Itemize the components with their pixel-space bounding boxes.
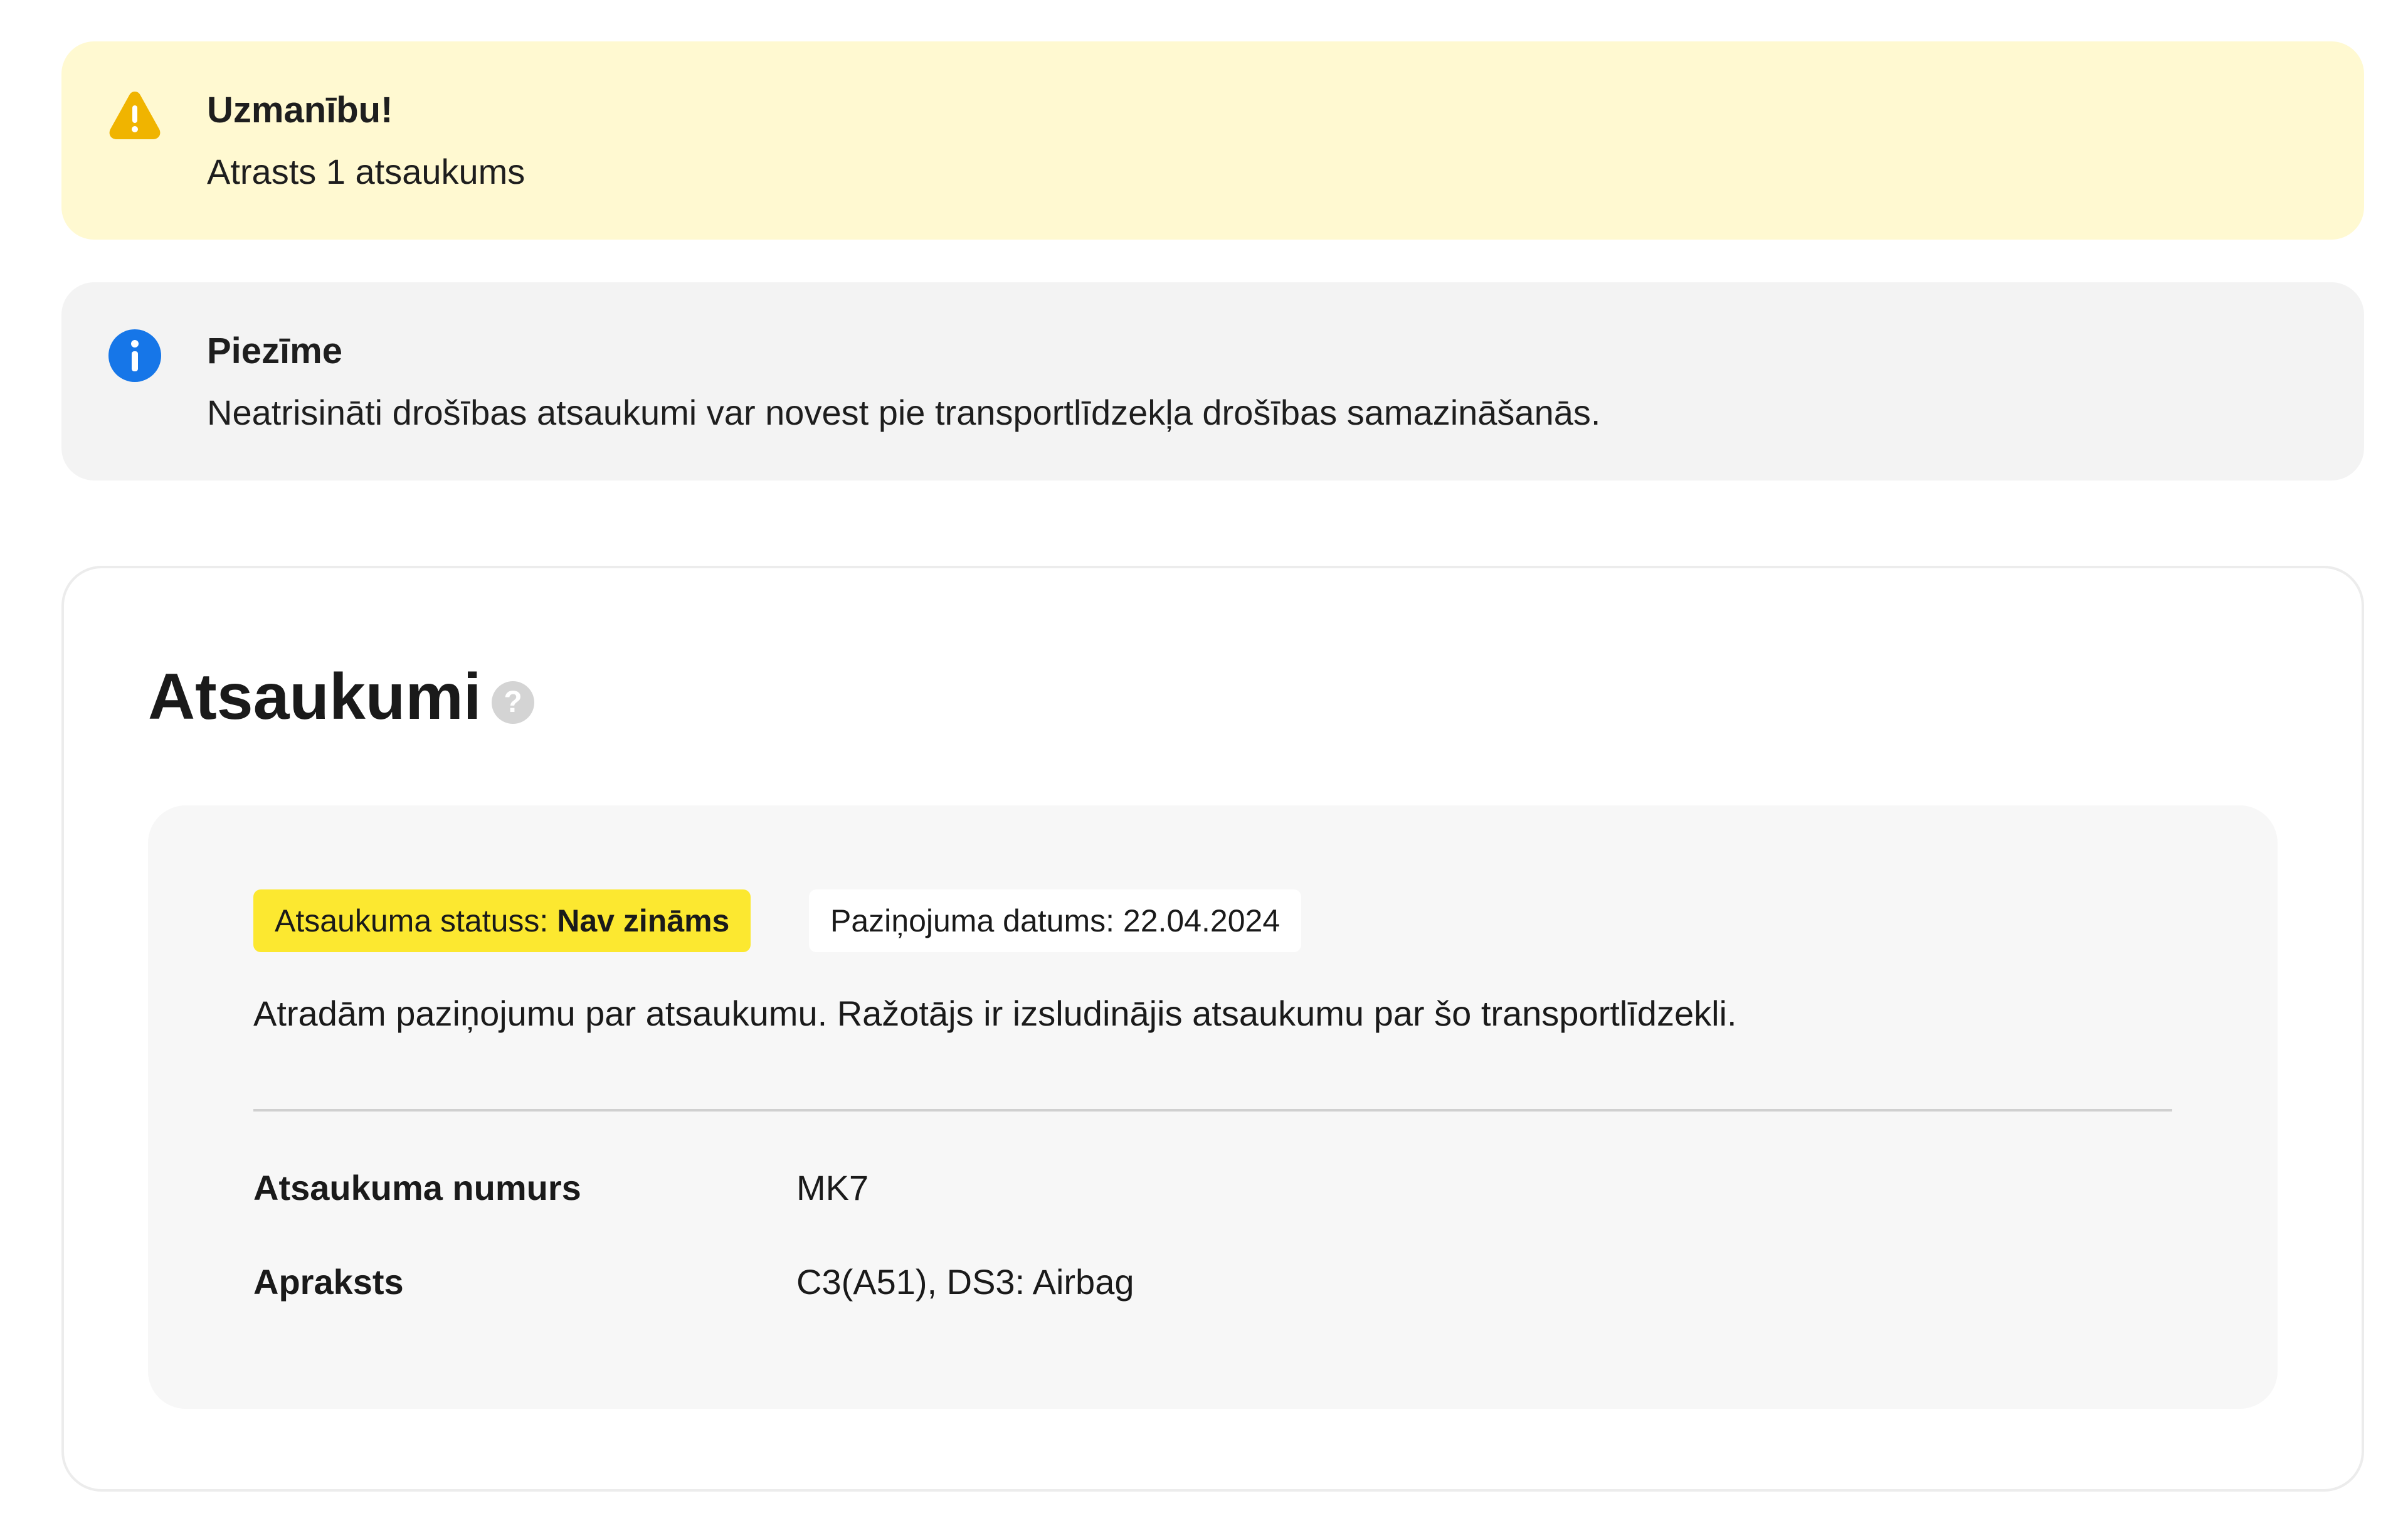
- question-mark-icon[interactable]: ?: [492, 681, 534, 724]
- recalls-card: Atsaukumi ? Atsaukuma statuss: Nav zinām…: [61, 566, 2364, 1492]
- info-alert: Piezīme Neatrisināti drošības atsaukumi …: [61, 282, 2364, 480]
- date-badge: Paziņojuma datums: 22.04.2024: [809, 889, 1302, 952]
- date-label: Paziņojuma datums:: [830, 903, 1115, 938]
- status-label: Atsaukuma statuss:: [275, 903, 549, 938]
- date-value: 22.04.2024: [1122, 903, 1281, 938]
- detail-value-description: C3(A51), DS3: Airbag: [796, 1262, 1134, 1302]
- recall-item: Atsaukuma statuss: Nav zināms Paziņojuma…: [148, 805, 2278, 1409]
- divider: [253, 1109, 2172, 1112]
- detail-label-description: Apraksts: [253, 1262, 404, 1302]
- warning-text: Atrasts 1 atsaukums: [207, 152, 525, 191]
- warning-icon: [107, 87, 163, 143]
- recalls-title: Atsaukumi: [148, 661, 482, 733]
- status-value: Nav zināms: [557, 903, 730, 938]
- warning-title: Uzmanību!: [207, 90, 393, 130]
- detail-value-recall-number: MK7: [796, 1168, 869, 1207]
- info-title: Piezīme: [207, 331, 342, 371]
- recall-description: Atradām paziņojumu par atsaukumu. Ražotā…: [253, 994, 1737, 1033]
- info-icon: [107, 327, 163, 384]
- info-text: Neatrisināti drošības atsaukumi var nove…: [207, 393, 1601, 432]
- status-badge: Atsaukuma statuss: Nav zināms: [253, 889, 751, 952]
- detail-label-recall-number: Atsaukuma numurs: [253, 1168, 581, 1207]
- warning-alert: Uzmanību! Atrasts 1 atsaukums: [61, 41, 2364, 240]
